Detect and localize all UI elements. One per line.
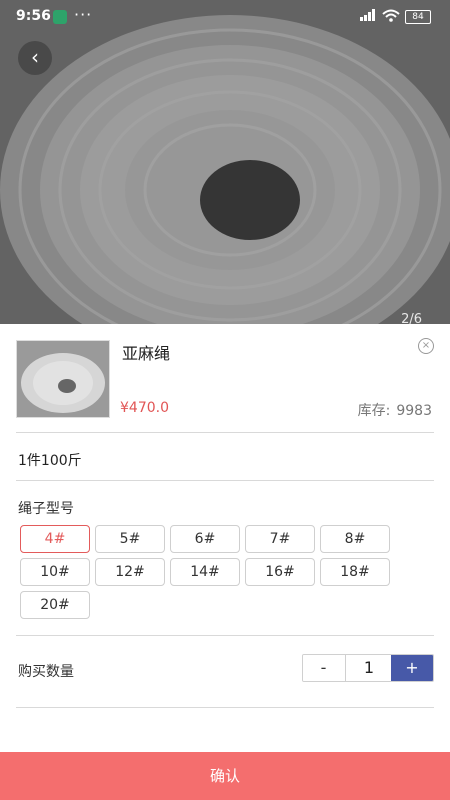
quantity-plus-button[interactable]: + (391, 655, 433, 681)
divider (16, 707, 434, 708)
divider (16, 480, 434, 481)
product-spec: 1件100斤 (18, 453, 82, 469)
shield-icon (53, 10, 67, 24)
option-chip-10[interactable]: 10# (20, 558, 90, 586)
divider (16, 635, 434, 636)
close-icon[interactable]: × (418, 338, 434, 354)
option-chip-7[interactable]: 7# (245, 525, 315, 553)
signal-icon (360, 9, 376, 25)
quantity-minus-button[interactable]: - (303, 655, 344, 681)
option-chip-4[interactable]: 4# (20, 525, 90, 553)
stock-value: 9983 (396, 403, 432, 419)
wifi-icon (382, 9, 400, 26)
battery-icon: 84 (405, 10, 431, 24)
quantity-label: 购买数量 (18, 664, 74, 680)
stock-label: 库存: (357, 403, 391, 419)
back-chevron-icon: ‹ (31, 45, 39, 69)
product-photo: 9:56 ··· 84 ‹ 2/6 (0, 0, 450, 330)
stock-info: 库存: 9983 (358, 400, 432, 420)
status-more: ··· (74, 5, 93, 24)
option-chip-8[interactable]: 8# (320, 525, 390, 553)
option-chip-5[interactable]: 5# (95, 525, 165, 553)
option-chip-18[interactable]: 18# (320, 558, 390, 586)
option-chip-14[interactable]: 14# (170, 558, 240, 586)
product-thumbnail (16, 340, 110, 418)
option-chip-16[interactable]: 16# (245, 558, 315, 586)
quantity-value-input[interactable]: 1 (345, 655, 393, 681)
option-chip-12[interactable]: 12# (95, 558, 165, 586)
option-chip-20[interactable]: 20# (20, 591, 90, 619)
option-chip-6[interactable]: 6# (170, 525, 240, 553)
divider (16, 432, 434, 433)
status-time: 9:56 (16, 8, 51, 24)
sku-sheet: 亚麻绳 × ¥470.0 库存: 9983 1件100斤 绳子型号 4# 5# 6… (0, 324, 450, 800)
confirm-button[interactable]: 确认 (0, 752, 450, 800)
product-price: ¥470.0 (120, 400, 169, 416)
option-group-title: 绳子型号 (18, 501, 74, 517)
status-bar: 9:56 ··· 84 (0, 0, 450, 34)
product-title: 亚麻绳 (122, 344, 171, 363)
quantity-stepper: - 1 + (302, 654, 434, 682)
back-button[interactable]: ‹ (18, 41, 52, 75)
